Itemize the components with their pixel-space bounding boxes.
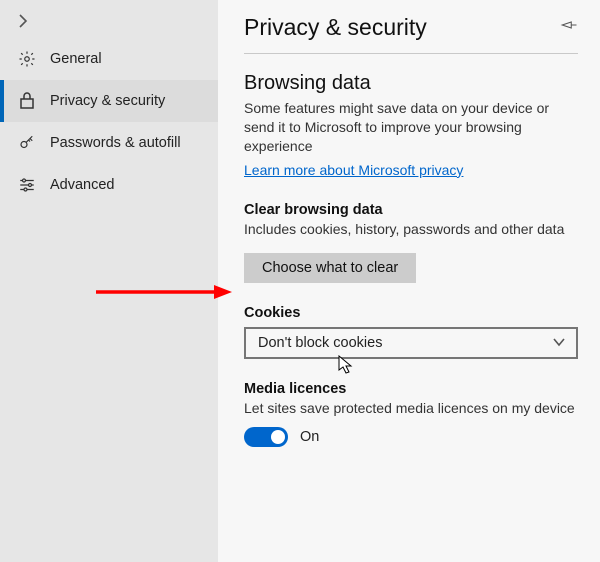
subsection-description: Includes cookies, history, passwords and…: [244, 220, 578, 239]
subsection-title: Media licences: [244, 381, 578, 397]
sliders-icon: [18, 176, 36, 194]
panel-header: Privacy & security: [244, 14, 578, 54]
pin-icon: [560, 18, 578, 32]
chevron-right-icon: [18, 14, 28, 28]
subsection-title: Clear browsing data: [244, 202, 578, 218]
section-title: Browsing data: [244, 72, 578, 95]
chevron-down-icon: [552, 335, 566, 351]
subsection-description: Let sites save protected media licences …: [244, 399, 578, 418]
browsing-data-section: Browsing data Some features might save d…: [244, 72, 578, 180]
sidebar-item-advanced[interactable]: Advanced: [0, 164, 218, 206]
sidebar-item-general[interactable]: General: [0, 38, 218, 80]
sidebar-item-label: General: [50, 51, 102, 67]
learn-more-link[interactable]: Learn more about Microsoft privacy: [244, 162, 463, 178]
pin-button[interactable]: [560, 18, 578, 37]
page-title: Privacy & security: [244, 14, 427, 41]
cookies-section: Cookies Don't block cookies: [244, 305, 578, 359]
sidebar-item-label: Advanced: [50, 177, 115, 193]
gear-icon: [18, 50, 36, 68]
choose-what-to-clear-button[interactable]: Choose what to clear: [244, 253, 416, 283]
settings-sidebar: General Privacy & security Passwords & a…: [0, 0, 218, 562]
sidebar-item-privacy-security[interactable]: Privacy & security: [0, 80, 218, 122]
sidebar-item-passwords-autofill[interactable]: Passwords & autofill: [0, 122, 218, 164]
key-icon: [18, 134, 36, 152]
media-licences-toggle-row: On: [244, 427, 578, 447]
settings-panel: Privacy & security Browsing data Some fe…: [218, 0, 600, 562]
subsection-title: Cookies: [244, 305, 578, 321]
select-value: Don't block cookies: [258, 335, 382, 351]
toggle-state-label: On: [300, 429, 319, 445]
lock-icon: [18, 92, 36, 110]
sidebar-item-label: Passwords & autofill: [50, 135, 181, 151]
media-licences-toggle[interactable]: [244, 427, 288, 447]
sidebar-item-label: Privacy & security: [50, 93, 165, 109]
cookies-select[interactable]: Don't block cookies: [244, 327, 578, 359]
section-description: Some features might save data on your de…: [244, 99, 578, 156]
back-chevron[interactable]: [0, 6, 218, 38]
clear-browsing-data-section: Clear browsing data Includes cookies, hi…: [244, 202, 578, 283]
media-licences-section: Media licences Let sites save protected …: [244, 381, 578, 448]
